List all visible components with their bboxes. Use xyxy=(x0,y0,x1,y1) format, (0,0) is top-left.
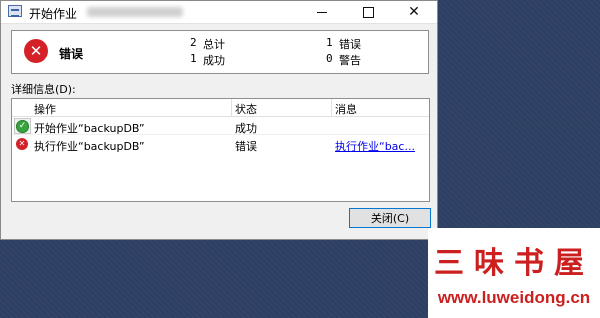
warning-count: 0 xyxy=(326,52,333,65)
column-divider[interactable] xyxy=(331,99,332,116)
watermark-logo: 三味书屋 xyxy=(434,246,594,281)
error-count: 1 xyxy=(326,36,333,49)
app-icon xyxy=(8,5,22,17)
window-title: 开始作业 xyxy=(29,7,78,21)
row-message-link[interactable]: 执行作业“bac... xyxy=(335,138,415,154)
error-icon: ✕ xyxy=(16,138,28,150)
error-label: 错误 xyxy=(339,38,361,51)
success-count: 1 xyxy=(190,52,197,65)
minimize-button[interactable] xyxy=(299,1,345,23)
details-grid[interactable]: 操作 状态 消息 ✓ 开始作业“backupDB” 成功 ✕ 执行作业“back… xyxy=(11,98,430,202)
column-header-action[interactable]: 操作 xyxy=(34,101,56,117)
details-label: 详细信息(D): xyxy=(11,83,76,96)
success-icon: ✓ xyxy=(16,120,29,133)
redacted-server-name xyxy=(87,7,183,17)
table-row[interactable]: ✕ 执行作业“backupDB” 错误 执行作业“bac... xyxy=(12,135,429,153)
maximize-button[interactable] xyxy=(345,1,391,23)
summary-panel: ✕ 错误 2 总计 1 成功 1 错误 0 警告 xyxy=(11,30,429,74)
title-bar[interactable]: 开始作业 ✕ xyxy=(1,1,437,24)
grid-header: 操作 状态 消息 xyxy=(12,99,429,117)
row-action: 执行作业“backupDB” xyxy=(34,140,145,153)
warning-label: 警告 xyxy=(339,54,361,67)
summary-status: 错误 xyxy=(59,47,84,61)
close-button[interactable]: 关闭(C) xyxy=(349,208,431,228)
column-header-status[interactable]: 状态 xyxy=(235,101,257,117)
close-window-button[interactable]: ✕ xyxy=(391,1,437,23)
success-label: 成功 xyxy=(203,54,225,67)
watermark: 三味书屋 www.luweidong.cn xyxy=(428,228,600,318)
total-label: 总计 xyxy=(203,38,225,51)
error-status-icon: ✕ xyxy=(24,39,48,63)
total-count: 2 xyxy=(190,36,197,49)
watermark-url: www.luweidong.cn xyxy=(437,288,591,307)
column-header-message[interactable]: 消息 xyxy=(335,101,357,117)
row-status: 错误 xyxy=(235,140,257,153)
job-progress-dialog: 开始作业 ✕ ✕ 错误 2 总计 1 成功 1 错误 0 警告 详细信息(D):… xyxy=(0,0,438,240)
column-divider[interactable] xyxy=(231,99,232,116)
table-row[interactable]: ✓ 开始作业“backupDB” 成功 xyxy=(12,117,429,135)
